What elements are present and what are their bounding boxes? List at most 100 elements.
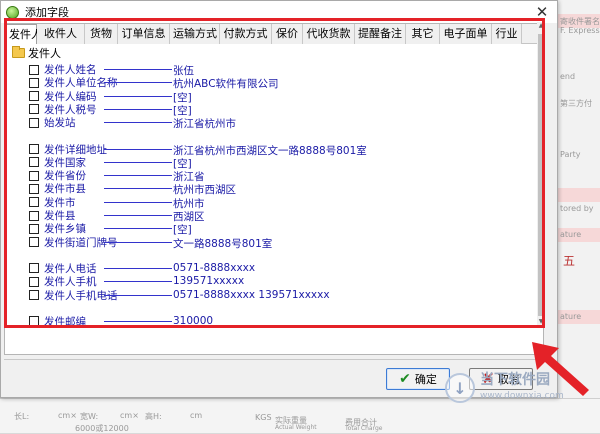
background-label: ature <box>560 312 582 321</box>
background-label: 宽W: <box>80 412 99 421</box>
field-row: 发件详细地址 浙江省杭州市西湖区文一路8888号801室 <box>29 143 529 157</box>
watermark-name: 当下软件园 <box>480 372 550 388</box>
field-checkbox[interactable] <box>29 197 39 208</box>
tree-root-label: 发件人 <box>28 46 61 61</box>
background-label: cm× <box>58 411 77 420</box>
field-checkbox[interactable] <box>29 117 39 128</box>
leader-line <box>104 122 172 124</box>
field-row: 发件人手机 139571xxxxx <box>29 275 529 288</box>
leader-line <box>104 267 172 269</box>
field-checkbox[interactable] <box>29 144 39 154</box>
scroll-thumb[interactable] <box>538 34 544 316</box>
field-value: 浙江省杭州市 <box>173 118 236 131</box>
leader-line <box>104 95 172 97</box>
watermark-logo-icon: ↓ <box>445 373 475 403</box>
field-checkbox[interactable] <box>29 157 39 168</box>
tab-3[interactable]: 订单信息 <box>118 24 170 44</box>
field-checkbox[interactable] <box>29 237 39 248</box>
tab-bar: 发件人 收件人 货物 订单信息 运输方式 付款方式 保价 代收货款 提醒备注 其它 电子面单 行业 <box>5 24 543 44</box>
field-checkbox[interactable] <box>29 316 39 327</box>
background-label: tored by <box>560 204 594 213</box>
leader-line <box>104 241 172 243</box>
field-checkbox[interactable] <box>29 77 39 88</box>
tab-7[interactable]: 代收货款 <box>303 24 355 44</box>
tab-0[interactable]: 发件人 <box>5 24 42 44</box>
field-checkbox[interactable] <box>29 170 39 181</box>
tab-9[interactable]: 其它 <box>406 24 440 44</box>
field-row: 发件乡镇 [空] <box>29 222 529 236</box>
background-label: Actual Weight <box>275 424 317 431</box>
background-label: ature <box>560 230 582 239</box>
field-value: 310000 <box>173 314 214 327</box>
field-row: 发件人编码 [空] <box>29 90 529 104</box>
leader-line <box>104 294 172 296</box>
tab-6[interactable]: 保价 <box>272 24 303 44</box>
tree-root[interactable]: 发件人 <box>12 46 61 61</box>
scroll-down-icon[interactable]: ▼ <box>537 318 545 327</box>
background-label: 长L: <box>14 412 30 421</box>
field-label: 始发站 <box>44 117 76 130</box>
tab-1[interactable]: 收件人 <box>37 24 85 44</box>
background-label: 6000或12000 <box>75 424 129 433</box>
leader-line <box>104 215 172 216</box>
tab-10[interactable]: 电子面单 <box>440 24 492 44</box>
field-checkbox[interactable] <box>29 183 39 194</box>
watermark-url: www.downxia.com <box>480 391 564 401</box>
field-checkbox[interactable] <box>29 210 39 221</box>
check-icon: ✔ <box>399 371 411 387</box>
leader-line <box>104 148 172 150</box>
ok-button-label: 确定 <box>414 373 437 386</box>
field-row: 发件省份 浙江省 <box>29 169 529 183</box>
field-value: 139571xxxxx <box>173 275 245 288</box>
background-label: end <box>560 72 576 81</box>
field-row: 发件市县 杭州市西湖区 <box>29 182 529 196</box>
field-checkbox[interactable] <box>29 104 39 115</box>
field-row: 发件人税号 [空] <box>29 103 529 117</box>
watermark: ↓ 当下软件园 www.downxia.com <box>445 372 564 404</box>
field-value: 0571-8888xxxx <box>173 261 256 274</box>
dialog-title: 添加字段 <box>25 6 69 19</box>
field-value: 0571-8888xxxx 139571xxxxx <box>173 288 330 301</box>
tab-5[interactable]: 付款方式 <box>220 24 272 44</box>
background-label: F. Express <box>560 26 600 35</box>
field-row: 发件人姓名 张伍 <box>29 63 529 77</box>
tab-2[interactable]: 货物 <box>85 24 118 44</box>
tab-11[interactable]: 行业 <box>492 24 522 44</box>
background-label: 第三方付 <box>560 99 592 108</box>
divider <box>4 359 554 360</box>
field-checkbox[interactable] <box>29 91 39 102</box>
tab-4[interactable]: 运输方式 <box>170 24 220 44</box>
vertical-scrollbar[interactable]: ▲ ▼ <box>537 22 545 327</box>
add-field-dialog: 添加字段 ✕ 发件人 收件人 货物 订单信息 运输方式 付款方式 保价 代收货款 提醒备注 其它电… <box>0 0 558 398</box>
scroll-up-icon[interactable]: ▲ <box>537 22 545 31</box>
tab-8[interactable]: 提醒备注 <box>355 24 406 44</box>
background-label: cm× <box>120 411 139 420</box>
field-label: 发件人手机电话 <box>44 289 118 302</box>
leader-line <box>104 228 172 230</box>
background-label: KGS <box>255 413 272 422</box>
leader-line <box>104 69 172 70</box>
app-icon <box>6 5 19 19</box>
background-label: Total Charge <box>345 425 383 432</box>
leader-line <box>104 108 172 110</box>
field-row: 发件市 杭州市 <box>29 196 529 210</box>
leader-line <box>104 201 172 203</box>
field-tree: 发件人 发件人姓名 张伍 发件人单位名称 杭州ABC软件有限公司 发件人编码 [空] 发件人… <box>9 46 539 346</box>
field-panel: 发件人 收件人 货物 订单信息 运输方式 付款方式 保价 代收货款 提醒备注 其它 电子面单 行业 发… <box>4 23 544 355</box>
leader-line <box>104 320 172 322</box>
field-checkbox[interactable] <box>29 64 39 75</box>
field-checkbox[interactable] <box>29 223 39 234</box>
field-row: 发件街道门牌号 文一路8888号801室 <box>29 236 529 250</box>
field-checkbox[interactable] <box>29 290 39 300</box>
field-row: 发件县 西湖区 <box>29 209 529 223</box>
ok-button[interactable]: ✔ 确定 <box>386 368 450 390</box>
close-icon[interactable]: ✕ <box>533 3 551 21</box>
field-row: 发件人单位名称 杭州ABC软件有限公司 <box>29 76 529 90</box>
field-checkbox[interactable] <box>29 263 39 274</box>
leader-line <box>104 161 172 163</box>
leader-line <box>104 82 172 84</box>
field-label: 发件邮编 <box>44 315 86 328</box>
field-checkbox[interactable] <box>29 276 39 287</box>
field-row: 发件邮编 310000 <box>29 315 529 328</box>
field-row: 发件人手机电话 0571-8888xxxx 139571xxxxx <box>29 289 529 302</box>
